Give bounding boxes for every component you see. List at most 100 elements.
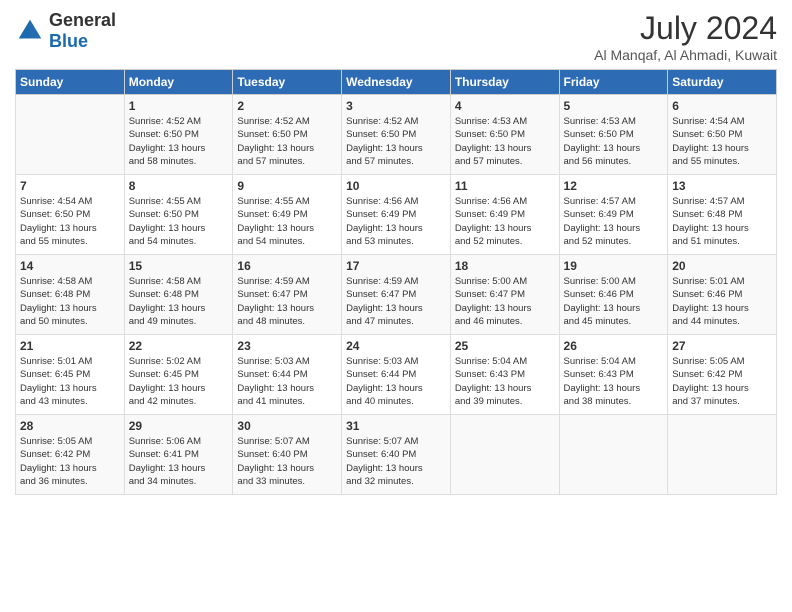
day-info: Sunrise: 5:03 AM Sunset: 6:44 PM Dayligh… <box>237 355 337 408</box>
day-info: Sunrise: 4:56 AM Sunset: 6:49 PM Dayligh… <box>346 195 446 248</box>
calendar-cell: 25Sunrise: 5:04 AM Sunset: 6:43 PM Dayli… <box>450 335 559 415</box>
day-number: 21 <box>20 339 120 353</box>
day-info: Sunrise: 5:04 AM Sunset: 6:43 PM Dayligh… <box>564 355 664 408</box>
calendar-cell: 21 Sunrise: 5:01 AM Sunset: 6:45 PM Dayli… <box>16 335 125 415</box>
day-number: 18 <box>455 259 555 273</box>
day-info: Sunrise: 5:00 AM Sunset: 6:46 PM Dayligh… <box>564 275 664 328</box>
calendar-cell: 28 Sunrise: 5:05 AM Sunset: 6:42 PM Dayli… <box>16 415 125 495</box>
day-info: Sunrise: 4:57 AM Sunset: 6:48 PM Dayligh… <box>672 195 772 248</box>
logo: General Blue <box>15 10 116 52</box>
calendar-cell: 26Sunrise: 5:04 AM Sunset: 6:43 PM Dayli… <box>559 335 668 415</box>
day-info: Sunrise: 4:52 AM Sunset: 6:50 PM Dayligh… <box>237 115 337 168</box>
calendar-cell: 31 Sunrise: 5:07 AM Sunset: 6:40 PM Dayli… <box>342 415 451 495</box>
calendar-table: SundayMondayTuesdayWednesdayThursdayFrid… <box>15 69 777 495</box>
day-number: 23 <box>237 339 337 353</box>
calendar-cell: 13 Sunrise: 4:57 AM Sunset: 6:48 PM Dayli… <box>668 175 777 255</box>
calendar-cell: 7 Sunrise: 4:54 AM Sunset: 6:50 PM Daylig… <box>16 175 125 255</box>
day-number: 11 <box>455 179 555 193</box>
day-info: Sunrise: 5:01 AM Sunset: 6:46 PM Dayligh… <box>672 275 772 328</box>
calendar-cell <box>450 415 559 495</box>
calendar-cell: 1 Sunrise: 4:52 AM Sunset: 6:50 PM Daylig… <box>124 95 233 175</box>
day-info: Sunrise: 4:56 AM Sunset: 6:49 PM Dayligh… <box>455 195 555 248</box>
day-number: 30 <box>237 419 337 433</box>
day-info: Sunrise: 4:58 AM Sunset: 6:48 PM Dayligh… <box>129 275 229 328</box>
day-number: 29 <box>129 419 229 433</box>
header-row: SundayMondayTuesdayWednesdayThursdayFrid… <box>16 70 777 95</box>
logo-icon <box>15 16 45 46</box>
header: General Blue July 2024 Al Manqaf, Al Ahm… <box>15 10 777 63</box>
day-info: Sunrise: 4:53 AM Sunset: 6:50 PM Dayligh… <box>564 115 664 168</box>
calendar-cell: 11 Sunrise: 4:56 AM Sunset: 6:49 PM Dayli… <box>450 175 559 255</box>
logo-text: General Blue <box>49 10 116 52</box>
day-info: Sunrise: 5:07 AM Sunset: 6:40 PM Dayligh… <box>346 435 446 488</box>
day-header-thursday: Thursday <box>450 70 559 95</box>
day-info: Sunrise: 4:55 AM Sunset: 6:49 PM Dayligh… <box>237 195 337 248</box>
day-info: Sunrise: 5:07 AM Sunset: 6:40 PM Dayligh… <box>237 435 337 488</box>
day-number: 20 <box>672 259 772 273</box>
calendar-cell <box>668 415 777 495</box>
calendar-cell: 19 Sunrise: 5:00 AM Sunset: 6:46 PM Dayli… <box>559 255 668 335</box>
day-number: 12 <box>564 179 664 193</box>
day-info: Sunrise: 4:59 AM Sunset: 6:47 PM Dayligh… <box>237 275 337 328</box>
day-number: 7 <box>20 179 120 193</box>
calendar-cell: 12 Sunrise: 4:57 AM Sunset: 6:49 PM Dayli… <box>559 175 668 255</box>
calendar-cell: 4Sunrise: 4:53 AM Sunset: 6:50 PM Daylig… <box>450 95 559 175</box>
calendar-cell: 23 Sunrise: 5:03 AM Sunset: 6:44 PM Dayli… <box>233 335 342 415</box>
day-number: 22 <box>129 339 229 353</box>
week-row-1: 1 Sunrise: 4:52 AM Sunset: 6:50 PM Daylig… <box>16 95 777 175</box>
day-info: Sunrise: 4:58 AM Sunset: 6:48 PM Dayligh… <box>20 275 120 328</box>
day-number: 31 <box>346 419 446 433</box>
day-info: Sunrise: 5:01 AM Sunset: 6:45 PM Dayligh… <box>20 355 120 408</box>
day-info: Sunrise: 4:59 AM Sunset: 6:47 PM Dayligh… <box>346 275 446 328</box>
day-info: Sunrise: 5:05 AM Sunset: 6:42 PM Dayligh… <box>20 435 120 488</box>
day-number: 1 <box>129 99 229 113</box>
logo-general: General <box>49 10 116 30</box>
day-info: Sunrise: 4:57 AM Sunset: 6:49 PM Dayligh… <box>564 195 664 248</box>
day-number: 16 <box>237 259 337 273</box>
calendar-cell: 29 Sunrise: 5:06 AM Sunset: 6:41 PM Dayli… <box>124 415 233 495</box>
day-number: 27 <box>672 339 772 353</box>
calendar-cell: 30 Sunrise: 5:07 AM Sunset: 6:40 PM Dayli… <box>233 415 342 495</box>
day-info: Sunrise: 4:55 AM Sunset: 6:50 PM Dayligh… <box>129 195 229 248</box>
day-info: Sunrise: 4:54 AM Sunset: 6:50 PM Dayligh… <box>672 115 772 168</box>
day-header-tuesday: Tuesday <box>233 70 342 95</box>
day-number: 24 <box>346 339 446 353</box>
day-number: 4 <box>455 99 555 113</box>
day-number: 14 <box>20 259 120 273</box>
calendar-cell: 18 Sunrise: 5:00 AM Sunset: 6:47 PM Dayli… <box>450 255 559 335</box>
week-row-2: 7 Sunrise: 4:54 AM Sunset: 6:50 PM Daylig… <box>16 175 777 255</box>
day-number: 25 <box>455 339 555 353</box>
day-header-friday: Friday <box>559 70 668 95</box>
day-number: 10 <box>346 179 446 193</box>
day-info: Sunrise: 5:03 AM Sunset: 6:44 PM Dayligh… <box>346 355 446 408</box>
calendar-cell: 27Sunrise: 5:05 AM Sunset: 6:42 PM Dayli… <box>668 335 777 415</box>
calendar-cell: 3Sunrise: 4:52 AM Sunset: 6:50 PM Daylig… <box>342 95 451 175</box>
calendar-cell: 6 Sunrise: 4:54 AM Sunset: 6:50 PM Daylig… <box>668 95 777 175</box>
calendar-cell: 14 Sunrise: 4:58 AM Sunset: 6:48 PM Dayli… <box>16 255 125 335</box>
logo-blue: Blue <box>49 31 88 51</box>
day-info: Sunrise: 5:00 AM Sunset: 6:47 PM Dayligh… <box>455 275 555 328</box>
day-info: Sunrise: 4:52 AM Sunset: 6:50 PM Dayligh… <box>346 115 446 168</box>
week-row-4: 21 Sunrise: 5:01 AM Sunset: 6:45 PM Dayli… <box>16 335 777 415</box>
day-number: 19 <box>564 259 664 273</box>
day-header-wednesday: Wednesday <box>342 70 451 95</box>
main-container: General Blue July 2024 Al Manqaf, Al Ahm… <box>0 0 792 505</box>
calendar-cell: 17Sunrise: 4:59 AM Sunset: 6:47 PM Dayli… <box>342 255 451 335</box>
location: Al Manqaf, Al Ahmadi, Kuwait <box>594 47 777 63</box>
day-info: Sunrise: 5:06 AM Sunset: 6:41 PM Dayligh… <box>129 435 229 488</box>
calendar-cell: 9Sunrise: 4:55 AM Sunset: 6:49 PM Daylig… <box>233 175 342 255</box>
calendar-cell: 22Sunrise: 5:02 AM Sunset: 6:45 PM Dayli… <box>124 335 233 415</box>
calendar-cell: 2 Sunrise: 4:52 AM Sunset: 6:50 PM Daylig… <box>233 95 342 175</box>
day-number: 2 <box>237 99 337 113</box>
week-row-5: 28 Sunrise: 5:05 AM Sunset: 6:42 PM Dayli… <box>16 415 777 495</box>
day-number: 6 <box>672 99 772 113</box>
calendar-cell: 15Sunrise: 4:58 AM Sunset: 6:48 PM Dayli… <box>124 255 233 335</box>
calendar-cell: 8Sunrise: 4:55 AM Sunset: 6:50 PM Daylig… <box>124 175 233 255</box>
calendar-cell: 20 Sunrise: 5:01 AM Sunset: 6:46 PM Dayli… <box>668 255 777 335</box>
day-info: Sunrise: 4:54 AM Sunset: 6:50 PM Dayligh… <box>20 195 120 248</box>
day-info: Sunrise: 4:52 AM Sunset: 6:50 PM Dayligh… <box>129 115 229 168</box>
month-year: July 2024 <box>594 10 777 47</box>
day-header-monday: Monday <box>124 70 233 95</box>
day-number: 28 <box>20 419 120 433</box>
day-number: 13 <box>672 179 772 193</box>
